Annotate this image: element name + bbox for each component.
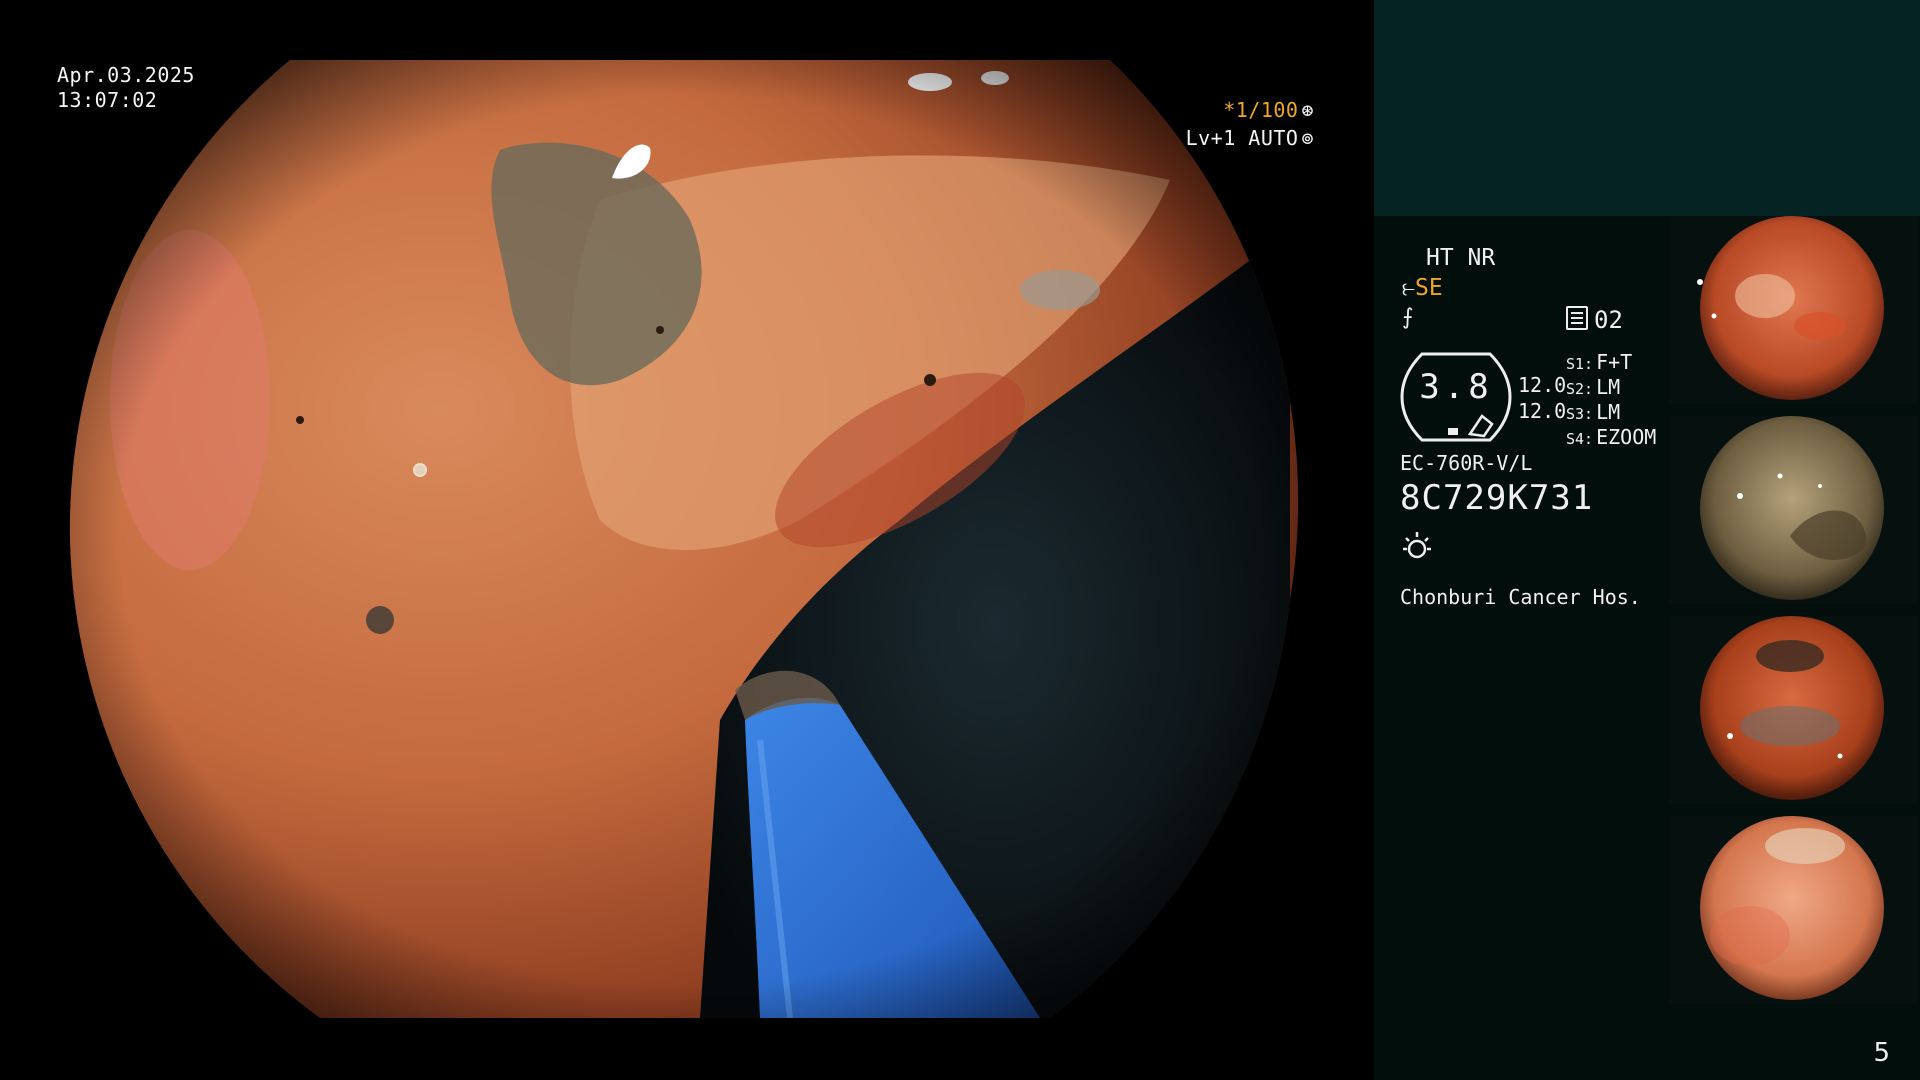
memory-counter: 02 [1566, 306, 1623, 333]
thumbnail-image [1700, 816, 1884, 1000]
page-number: 5 [1873, 1038, 1890, 1068]
memory-card-icon [1566, 306, 1588, 330]
sharpness-icon: ⨍ [1402, 305, 1414, 330]
institution-name: Chonburi Cancer Hos. [1400, 585, 1641, 609]
light-source-icon [1403, 532, 1431, 559]
enhance-icon: ⥼ [1402, 275, 1415, 301]
gauge-value: 3.8 [1419, 367, 1493, 407]
memory-count: 02 [1594, 306, 1623, 334]
captured-image-thumbnail[interactable] [1670, 216, 1918, 404]
gauge-side-value-2: 12.0 [1518, 399, 1567, 423]
switch-2-assignment: S2: LM [1566, 375, 1621, 399]
time-readout: 13:07:02 [57, 88, 158, 112]
thumbnail-image [1700, 616, 1884, 800]
aperture-icon: ⊛ [1301, 98, 1314, 122]
switch-4-assignment: S4: EZOOM [1566, 425, 1657, 449]
switch-3-assignment: S3: LM [1566, 400, 1621, 424]
shutter-value: *1/100 [1223, 98, 1299, 122]
captured-image-thumbnail[interactable] [1670, 816, 1918, 1004]
endoscope-view: Apr.03.2025 13:07:02 *1/100 ⊛ Lv+1 AUTO ⊚ [0, 0, 1374, 1080]
gauge-side-value-1: 12.0 [1518, 373, 1567, 397]
captured-image-thumbnail[interactable] [1670, 416, 1918, 604]
scope-model: EC-760R-V/L [1400, 451, 1533, 475]
scope-serial-number: 8C729K731 [1400, 478, 1594, 518]
thumbnail-image [1700, 416, 1884, 600]
status-panel: HT NR ⥼SE ⨍ 02 3.8 12.0 12.0 S1: F+T S2: L… [1374, 0, 1920, 1080]
thumbnail-image [1697, 216, 1884, 400]
structure-enhance-row: ⥼SE [1402, 275, 1443, 301]
iris-icon: ⊚ [1301, 126, 1314, 150]
structure-enhance-value: SE [1414, 275, 1443, 301]
captured-image-thumbnail[interactable] [1670, 616, 1918, 804]
brightness-level-readout: Lv+1 AUTO ⊚ [1186, 126, 1314, 151]
brightness-level-value: Lv+1 AUTO [1185, 126, 1299, 150]
processing-mode: HT NR [1426, 245, 1496, 271]
shutter-readout: *1/100 ⊛ [1223, 98, 1314, 123]
switch-1-assignment: S1: F+T [1566, 350, 1633, 374]
date-readout: Apr.03.2025 [57, 63, 195, 87]
panel-header-area [1374, 0, 1920, 216]
endoscopic-image [69, 60, 1299, 1018]
